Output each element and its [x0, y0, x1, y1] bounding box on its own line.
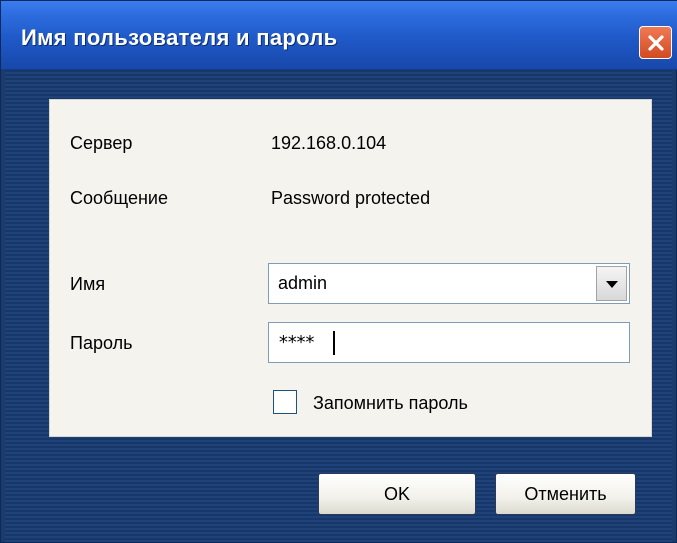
title-bar[interactable]: Имя пользователя и пароль [1, 1, 677, 70]
remember-password-label[interactable]: Запомнить пароль [313, 393, 468, 414]
username-label: Имя [70, 274, 106, 294]
close-button[interactable] [639, 26, 672, 59]
chevron-down-icon [605, 280, 618, 288]
remember-password-checkbox[interactable] [273, 390, 297, 414]
server-value: 192.168.0.104 [271, 133, 387, 153]
server-label: Сервер [70, 133, 133, 153]
password-value[interactable]: **** [278, 332, 315, 353]
cancel-button-label: Отменить [524, 483, 607, 504]
username-value[interactable]: admin [278, 273, 327, 294]
username-combobox[interactable]: admin [268, 263, 630, 304]
dialog-title: Имя пользователя и пароль [21, 25, 338, 50]
password-field[interactable]: **** [268, 322, 630, 363]
password-label: Пароль [70, 333, 133, 353]
message-label: Сообщение [70, 188, 168, 208]
text-caret [333, 331, 335, 355]
ok-button-label: OK [383, 483, 410, 504]
message-value: Password protected [271, 188, 431, 208]
login-dialog: Имя пользователя и пароль Сервер 192.168… [0, 0, 677, 543]
close-icon [647, 34, 664, 51]
username-dropdown-button[interactable] [596, 266, 627, 301]
ok-button[interactable]: OK [318, 473, 476, 515]
cancel-button[interactable]: Отменить [495, 473, 636, 515]
